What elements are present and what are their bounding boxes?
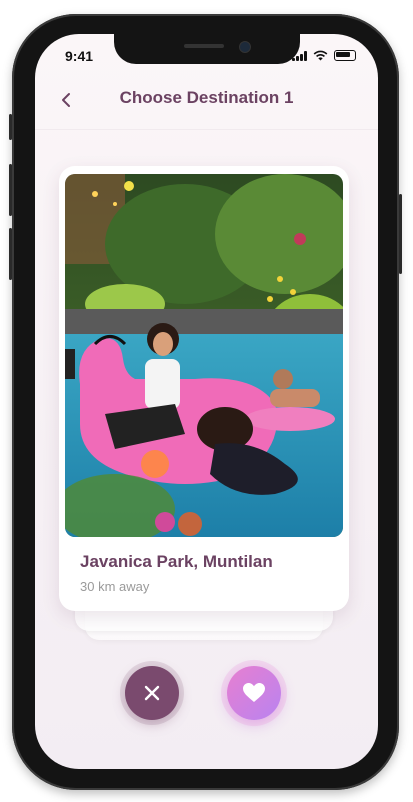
power-button [399,194,402,274]
destination-card[interactable]: Javanica Park, Muntilan 30 km away [59,166,349,611]
notch [114,34,300,64]
status-time: 9:41 [65,48,94,64]
wifi-icon [313,50,328,61]
volume-up-button [9,164,12,216]
header-divider [35,129,378,130]
volume-down-button [9,228,12,280]
battery-icon [334,50,356,61]
speaker [184,44,224,48]
heart-icon [243,683,265,702]
app-header: Choose Destination 1 [35,86,378,126]
reject-button[interactable] [125,666,179,720]
destination-distance: 30 km away [80,579,150,594]
front-camera [239,41,251,53]
close-icon [144,685,160,701]
mute-switch [9,114,12,140]
destination-name: Javanica Park, Muntilan [80,552,273,571]
destination-photo [65,174,343,537]
like-button[interactable] [227,666,281,720]
page-title: Choose Destination 1 [119,88,294,107]
app-screen: 9:41 Choose Destination 1 Javanica Park,… [35,34,378,769]
status-icons [292,50,356,61]
